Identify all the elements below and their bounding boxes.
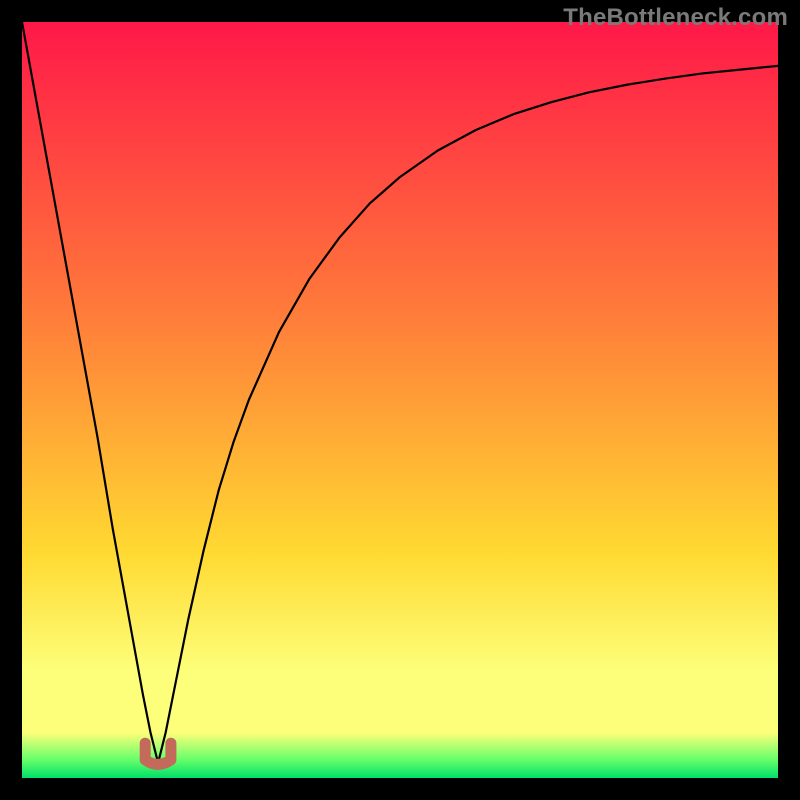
chart-frame: { "watermark": "TheBottleneck.com", "col… [0, 0, 800, 800]
chart-svg [22, 22, 778, 778]
plot-area [22, 22, 778, 778]
watermark-text: TheBottleneck.com [563, 4, 788, 32]
minimum-marker [145, 743, 171, 764]
bottleneck-curve [22, 22, 778, 763]
